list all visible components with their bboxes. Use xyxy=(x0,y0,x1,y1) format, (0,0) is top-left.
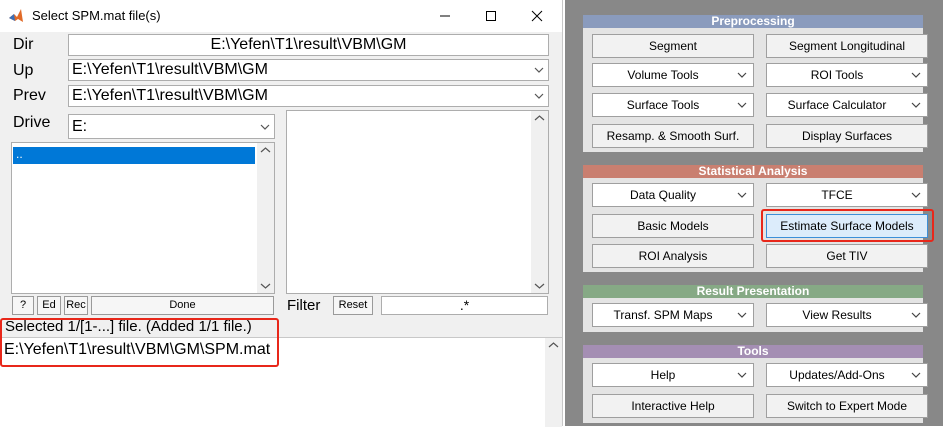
help-label: Help xyxy=(650,368,676,382)
roi-tools-label: ROI Tools xyxy=(810,68,864,82)
roi-analysis-button[interactable]: ROI Analysis xyxy=(592,244,754,268)
view-results-dropdown[interactable]: View Results xyxy=(766,303,928,327)
chevron-down-icon xyxy=(911,312,921,318)
minimize-icon xyxy=(440,15,450,17)
chevron-down-icon xyxy=(534,67,544,73)
dir-field[interactable]: E:\Yefen\T1\result\VBM\GM xyxy=(68,34,549,56)
directory-list[interactable]: .. xyxy=(11,142,275,294)
chevron-up-icon xyxy=(260,147,271,153)
chevron-up-icon xyxy=(534,115,545,121)
maximize-button[interactable] xyxy=(468,0,514,32)
updates-dropdown[interactable]: Updates/Add-Ons xyxy=(766,363,928,387)
title-bar[interactable]: Select SPM.mat file(s) xyxy=(0,0,562,32)
chevron-down-icon xyxy=(260,124,270,130)
data-quality-label: Data Quality xyxy=(629,188,697,202)
surface-tools-dropdown[interactable]: Surface Tools xyxy=(592,93,754,117)
done-button[interactable]: Done xyxy=(91,296,274,315)
scrollbar[interactable] xyxy=(531,111,548,293)
prev-label: Prev xyxy=(13,87,46,104)
volume-tools-dropdown[interactable]: Volume Tools xyxy=(592,63,754,87)
surface-tools-label: Surface Tools xyxy=(626,98,700,112)
chevron-down-icon xyxy=(534,93,544,99)
drive-select[interactable]: E: xyxy=(68,114,275,139)
close-button[interactable] xyxy=(514,0,560,32)
chevron-down-icon xyxy=(911,192,921,198)
scrollbar[interactable] xyxy=(257,143,274,293)
tfce-dropdown[interactable]: TFCE xyxy=(766,183,928,207)
list-item[interactable]: .. xyxy=(13,147,255,164)
chevron-down-icon xyxy=(260,283,271,289)
switch-expert-mode-button[interactable]: Switch to Expert Mode xyxy=(766,394,928,418)
help-dropdown[interactable]: Help xyxy=(592,363,754,387)
basic-models-button[interactable]: Basic Models xyxy=(592,214,754,238)
dir-label: Dir xyxy=(13,36,34,53)
resamp-smooth-button[interactable]: Resamp. & Smooth Surf. xyxy=(592,124,754,148)
matlab-icon xyxy=(9,9,23,22)
window-title: Select SPM.mat file(s) xyxy=(32,8,161,23)
segment-button[interactable]: Segment xyxy=(592,34,754,58)
scrollbar[interactable] xyxy=(545,338,562,427)
up-label: Up xyxy=(13,62,34,79)
tfce-label: TFCE xyxy=(821,188,853,202)
transf-spm-maps-label: Transf. SPM Maps xyxy=(613,308,713,322)
chevron-down-icon xyxy=(911,372,921,378)
prev-select[interactable]: E:\Yefen\T1\result\VBM\GM xyxy=(68,85,549,107)
file-list[interactable] xyxy=(286,110,549,294)
chevron-down-icon xyxy=(737,72,747,78)
help-button[interactable]: ? xyxy=(12,296,34,315)
results-header: Result Presentation xyxy=(583,285,923,298)
transf-spm-maps-dropdown[interactable]: Transf. SPM Maps xyxy=(592,303,754,327)
surface-calculator-dropdown[interactable]: Surface Calculator xyxy=(766,93,928,117)
up-select[interactable]: E:\Yefen\T1\result\VBM\GM xyxy=(68,59,549,81)
filter-input[interactable]: .* xyxy=(381,296,548,315)
display-surfaces-button[interactable]: Display Surfaces xyxy=(766,124,928,148)
statistical-header: Statistical Analysis xyxy=(583,165,923,178)
chevron-down-icon xyxy=(737,372,747,378)
chevron-down-icon xyxy=(737,312,747,318)
spm-select-dialog: Select SPM.mat file(s) Dir E:\Yefen\T1\r… xyxy=(0,0,563,427)
close-icon xyxy=(531,10,543,22)
highlight-box xyxy=(0,318,279,367)
preprocessing-header: Preprocessing xyxy=(583,15,923,28)
up-value: E:\Yefen\T1\result\VBM\GM xyxy=(72,61,268,78)
minimize-button[interactable] xyxy=(422,0,468,32)
chevron-down-icon xyxy=(737,102,747,108)
segment-longitudinal-button[interactable]: Segment Longitudinal xyxy=(766,34,928,58)
edit-button[interactable]: Ed xyxy=(37,296,61,315)
drive-label: Drive xyxy=(13,114,51,131)
interactive-help-button[interactable]: Interactive Help xyxy=(592,394,754,418)
reset-button[interactable]: Reset xyxy=(333,296,373,315)
roi-tools-dropdown[interactable]: ROI Tools xyxy=(766,63,928,87)
highlight-box xyxy=(761,209,934,242)
rec-button[interactable]: Rec xyxy=(64,296,88,315)
tools-header: Tools xyxy=(583,345,923,358)
chevron-down-icon xyxy=(911,102,921,108)
get-tiv-button[interactable]: Get TIV xyxy=(766,244,928,268)
volume-tools-label: Volume Tools xyxy=(627,68,699,82)
chevron-up-icon xyxy=(548,342,559,348)
chevron-down-icon xyxy=(737,192,747,198)
updates-label: Updates/Add-Ons xyxy=(789,368,885,382)
maximize-icon xyxy=(486,11,496,21)
view-results-label: View Results xyxy=(802,308,872,322)
chevron-down-icon xyxy=(911,72,921,78)
data-quality-dropdown[interactable]: Data Quality xyxy=(592,183,754,207)
cat12-panel: Preprocessing Segment Segment Longitudin… xyxy=(565,0,943,426)
filter-label: Filter xyxy=(287,297,321,314)
drive-value: E: xyxy=(72,118,88,135)
prev-value: E:\Yefen\T1\result\VBM\GM xyxy=(72,87,268,104)
chevron-down-icon xyxy=(534,283,545,289)
surface-calculator-label: Surface Calculator xyxy=(787,98,887,112)
